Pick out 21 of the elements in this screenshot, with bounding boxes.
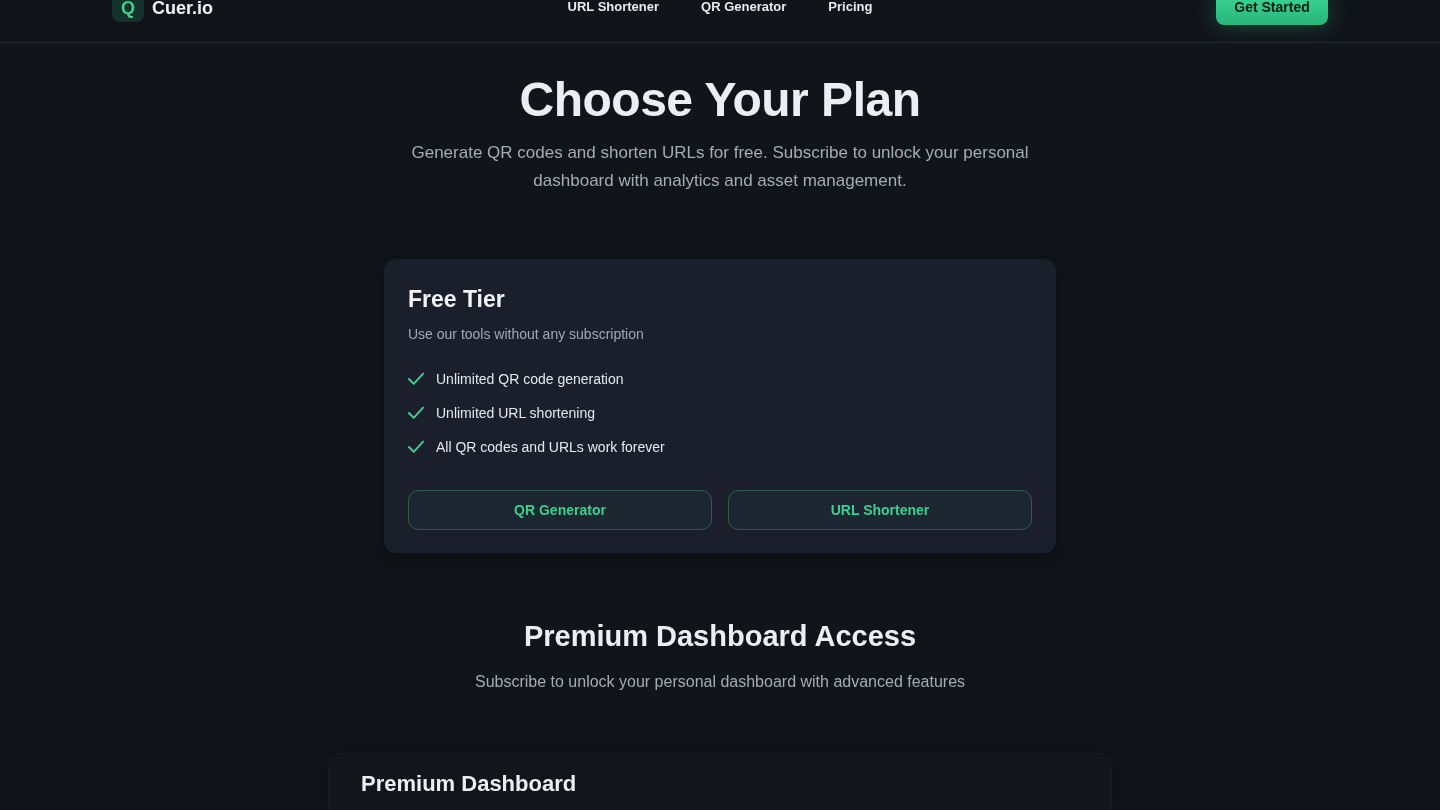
plan-description: Use our tools without any subscription [408,325,644,344]
tool-button[interactable]: QR Generator [408,490,712,530]
plan-title: Free Tier [408,285,505,313]
page-title: Choose Your Plan [519,72,921,128]
nav-link[interactable]: Pricing [828,0,873,14]
section-title: Premium Dashboard Access [523,619,917,654]
nav-link[interactable]: QR Generator [701,0,787,14]
check-icon [408,405,424,421]
nav-link[interactable]: URL Shortener [567,0,660,14]
logo-mark[interactable]: Q [112,0,144,22]
feature-text: Unlimited URL shortening [436,404,595,423]
brand-name[interactable]: Cuer.io [152,0,213,17]
get-started-button[interactable]: Get Started [1216,0,1328,25]
feature-text: All QR codes and URLs work forever [436,438,665,457]
check-icon [408,439,424,455]
section-subtitle: Subscribe to unlock your personal dashboard with advanced features [474,672,966,692]
check-icon [408,371,424,387]
tool-button[interactable]: URL Shortener [728,490,1032,530]
feature-text: Unlimited QR code generation [436,370,624,389]
card-title: Premium Dashboard [361,770,577,798]
page-subtitle: Generate QR codes and shorten URLs for free. Subscribe to unlock your personal dashboard with analytics and asset management. [410,142,1030,192]
